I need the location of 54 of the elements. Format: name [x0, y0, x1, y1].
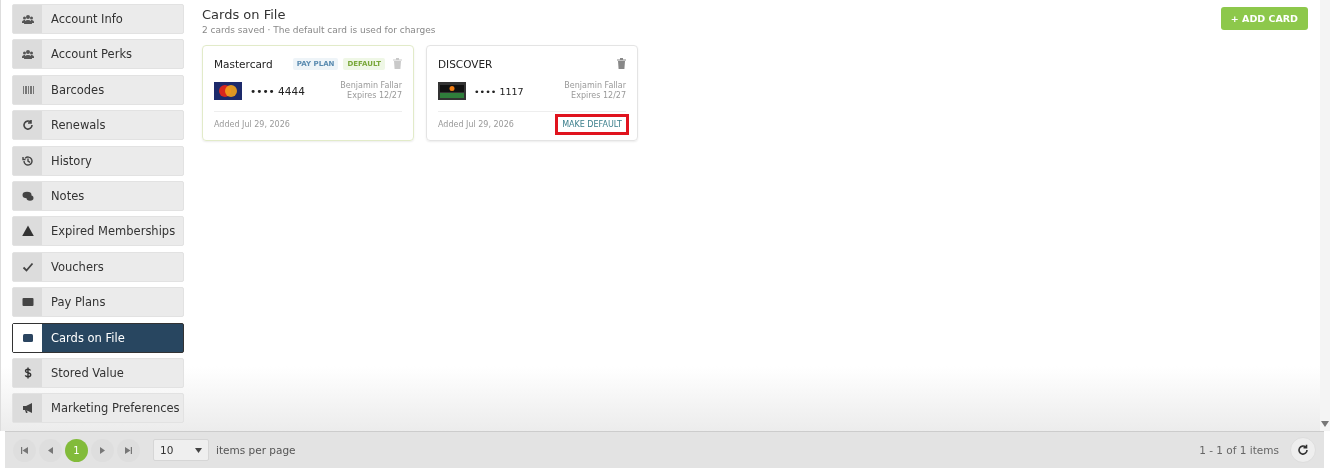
sidebar-item[interactable]: Cards on File — [12, 322, 184, 353]
skip-forward-icon — [125, 446, 132, 454]
trash-icon[interactable] — [617, 58, 626, 69]
refresh-button[interactable] — [1290, 437, 1316, 463]
page-size-label: items per page — [216, 444, 296, 456]
history-icon — [21, 154, 34, 167]
make-default-link[interactable]: MAKE DEFAULT — [558, 116, 626, 132]
sidebar-item[interactable]: Notes — [12, 180, 184, 211]
page-title: Cards on File — [202, 7, 287, 22]
card-logo-icon — [214, 82, 242, 100]
check-icon — [21, 260, 34, 273]
next-page-button[interactable] — [91, 438, 114, 462]
users-icon — [21, 48, 34, 61]
sidebar-item[interactable]: Vouchers — [12, 251, 184, 282]
pager-summary: 1 - 1 of 1 items — [1199, 444, 1279, 456]
renew-icon — [21, 119, 34, 132]
triangle-right-icon — [100, 446, 105, 454]
warning-icon — [21, 225, 34, 238]
first-page-button[interactable] — [13, 438, 36, 462]
card-expiry: Expires 12/27 — [347, 91, 402, 101]
skip-back-icon — [21, 446, 28, 454]
sidebar-item[interactable]: History — [12, 145, 184, 176]
sidebar-item[interactable]: Stored Value — [12, 357, 184, 388]
sidebar-item[interactable]: Expired Memberships — [12, 216, 184, 247]
cardholder-name: Benjamin Fallar — [564, 81, 626, 91]
sidebar-item[interactable]: Account Info — [12, 4, 184, 34]
barcode-icon — [21, 83, 34, 96]
caret-icon — [195, 447, 202, 453]
card-brand: Mastercard — [214, 57, 273, 70]
last-page-button[interactable] — [117, 438, 140, 462]
cardholder-name: Benjamin Fallar — [340, 81, 402, 91]
page-subtitle: 2 cards saved · The default card is used for charges — [202, 25, 436, 35]
card-expiry: Expires 12/27 — [571, 91, 626, 101]
megaphone-icon — [21, 402, 34, 415]
card-number: •••• 1117 — [474, 85, 525, 97]
chat-icon — [21, 189, 34, 202]
sidebar-item[interactable]: Pay Plans — [12, 287, 184, 318]
sidebar-item[interactable]: Renewals — [12, 110, 184, 141]
scroll-down-arrow-icon[interactable] — [1321, 421, 1329, 427]
sidebar-item[interactable]: Marketing Preferences — [12, 393, 184, 424]
wallet-icon — [21, 331, 34, 344]
card-number: •••• 4444 — [250, 85, 306, 97]
refresh-icon — [1297, 444, 1309, 456]
card-icon — [21, 296, 34, 309]
page-size-dropdown[interactable]: 10 — [153, 439, 209, 461]
card-logo-icon — [438, 82, 466, 100]
card-added-date: Added Jul 29, 2026 — [214, 119, 290, 129]
card-added-date: Added Jul 29, 2026 — [438, 119, 514, 129]
previous-page-button[interactable] — [39, 438, 62, 462]
sidebar-item[interactable]: Barcodes — [12, 74, 184, 105]
card-brand: DISCOVER — [438, 57, 493, 70]
sidebar-item[interactable]: Account Perks — [12, 39, 184, 70]
triangle-left-icon — [48, 446, 53, 454]
users-icon — [21, 13, 34, 25]
